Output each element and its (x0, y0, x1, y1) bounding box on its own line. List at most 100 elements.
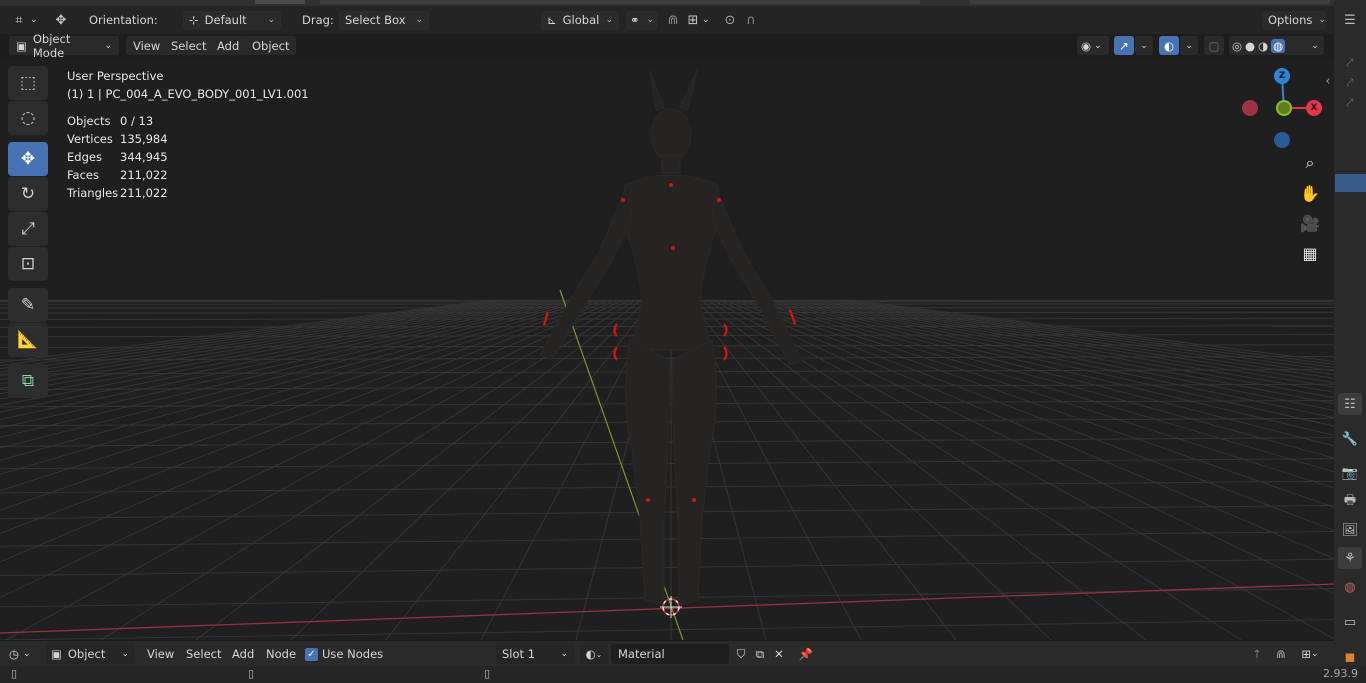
snap-icon[interactable]: ⋒ (1272, 644, 1290, 664)
editor-type-dropdown[interactable]: ◷ ⌄ (9, 644, 31, 664)
view-name: User Perspective (67, 69, 164, 83)
scale-icon: ⤢ (21, 219, 35, 239)
z-axis-button[interactable]: Z (1274, 68, 1290, 84)
mouse-middle-icon: ▯ (248, 667, 255, 680)
collapse-arrow-icon[interactable]: ‹ (1322, 70, 1334, 92)
menu-add[interactable]: Add (210, 36, 247, 55)
shading-modes: ◎ ● ◑ ◍ (1229, 36, 1313, 55)
menu-add-bottom[interactable]: Add (232, 644, 254, 664)
menu-object[interactable]: Object (245, 36, 297, 55)
slot-dropdown[interactable]: Slot 1 ⌄ (496, 644, 574, 664)
ortho-toggle-icon[interactable]: ▦ (1298, 241, 1322, 265)
pivot-point-dropdown[interactable]: ⚭ ⌄ (626, 10, 658, 30)
menu-select[interactable]: Select (164, 36, 214, 55)
shading-dropdown[interactable]: ⌄ (1306, 36, 1324, 55)
mode-dropdown[interactable]: ▣ Object Mode ⌄ (9, 32, 119, 60)
link-icon: ⚭ (630, 13, 640, 27)
duplicate-material-icon[interactable]: ⧉ (751, 644, 769, 664)
output-properties-icon[interactable]: 🖶 (1338, 491, 1362, 513)
wireframe-shading-icon[interactable]: ◎ (1232, 39, 1242, 53)
falloff-dropdown[interactable]: ∩ (740, 10, 762, 30)
fake-user-icon[interactable]: ⛉ (732, 644, 750, 664)
transform-pivot-dropdown[interactable]: ⌗ ⌄ (8, 10, 37, 30)
stat-row: Faces 211,022 (67, 168, 168, 182)
proportional-edit-toggle[interactable]: ⊙ (719, 10, 741, 30)
tool-settings-icon[interactable]: 🔧 (1338, 428, 1362, 450)
pin-icon[interactable]: ⤤ (1338, 72, 1362, 94)
chevron-down-icon: ⌄ (415, 15, 423, 25)
chevron-down-icon: ⌄ (121, 649, 129, 659)
gizmo-dropdown[interactable]: ⌄ (1135, 36, 1153, 55)
x-axis-button[interactable]: X (1306, 100, 1322, 116)
rendered-shading-icon[interactable]: ◍ (1271, 38, 1286, 53)
material-browse-button[interactable]: ◐ ⌄ (580, 644, 608, 664)
menu-view-bottom[interactable]: View (147, 644, 174, 664)
pan-hand-icon[interactable]: ✋ (1298, 181, 1322, 205)
view-layer-icon[interactable]: 🖼 (1338, 519, 1362, 541)
pin-icon[interactable]: ⤤ (1338, 52, 1362, 74)
measure-tool[interactable]: 📐 (8, 323, 48, 357)
orientation-dropdown[interactable]: ⊹ Default ⌄ (183, 10, 281, 30)
world-properties-icon[interactable]: ◍ (1338, 576, 1362, 598)
mouse-left-icon: ▯ (11, 667, 18, 680)
options-dropdown[interactable]: Options ⌄ (1262, 10, 1326, 30)
menu-node[interactable]: Node (266, 644, 296, 664)
neg-z-axis-button[interactable] (1274, 132, 1290, 148)
stat-row: Edges 344,945 (67, 150, 168, 164)
measure-icon: 📐 (17, 330, 39, 350)
overlays-dropdown[interactable]: ⌄ (1180, 36, 1198, 55)
transform-tool[interactable]: ⊡ (8, 247, 48, 281)
scale-tool[interactable]: ⤢ (8, 212, 48, 246)
menu-select-bottom[interactable]: Select (186, 644, 221, 664)
use-nodes-checkbox[interactable]: ✓ Use Nodes (305, 644, 383, 664)
snap-mode-dropdown[interactable]: ⊞ ⌄ (1295, 644, 1325, 664)
select-box-icon: ⬚ (19, 73, 37, 93)
outliner-icon[interactable]: ☰ (1338, 9, 1362, 31)
falloff-curve-icon: ∩ (746, 12, 756, 28)
mouse-right-icon: ▯ (484, 667, 491, 680)
material-name-field[interactable]: Material (611, 644, 729, 664)
snap-settings-dropdown[interactable]: ⊞ ⌄ (684, 10, 710, 30)
annotate-tool[interactable]: ✎ (8, 288, 48, 322)
move-gizmo-icon[interactable]: ✥ (50, 10, 72, 30)
unlink-material-icon[interactable]: ✕ (770, 644, 788, 664)
shader-type-dropdown[interactable]: ▣ Object ⌄ (46, 644, 134, 664)
render-properties-icon[interactable]: 📷 (1338, 462, 1362, 484)
zoom-icon[interactable]: ⌕ (1298, 151, 1322, 175)
collection-properties-icon[interactable]: ▭ (1338, 611, 1362, 633)
solid-shading-icon[interactable]: ● (1245, 39, 1255, 53)
pivot-icon: ⌗ (15, 12, 23, 28)
drag-dropdown[interactable]: Select Box ⌄ (339, 10, 429, 30)
material-sphere-icon: ◐ (585, 647, 596, 661)
overlays-toggle[interactable]: ◐ (1159, 36, 1179, 55)
editor-type-icon[interactable]: ☷ (1338, 393, 1362, 415)
pin-icon[interactable]: 📌 (797, 644, 815, 664)
material-shading-icon[interactable]: ◑ (1258, 39, 1268, 53)
select-box-tool[interactable]: ⬚ (8, 66, 48, 100)
object-properties-icon[interactable]: ◼ (1338, 646, 1362, 668)
magnet-icon: ⋒ (667, 12, 679, 28)
chevron-down-icon: ⌄ (1094, 40, 1102, 51)
chevron-down-icon: ⌄ (1140, 40, 1148, 51)
gizmo-toggle[interactable]: ↗ (1114, 36, 1134, 55)
eye-icon: ◉ (1081, 38, 1092, 53)
snap-toggle[interactable]: ⋒ (662, 10, 684, 30)
scene-properties-icon[interactable]: ⚘ (1338, 547, 1362, 569)
rotate-tool[interactable]: ↻ (8, 177, 48, 211)
drag-label: Drag: (302, 13, 334, 27)
y-axis-button[interactable] (1276, 100, 1292, 116)
status-bar: ▯ ▯ ▯ (0, 666, 1366, 683)
axes-icon: ⊾ (547, 13, 557, 27)
viewport-canvas[interactable] (0, 58, 1334, 640)
add-cube-tool[interactable]: ⧉ (8, 364, 48, 398)
menu-view[interactable]: View (126, 36, 168, 55)
neg-x-axis-button[interactable] (1242, 100, 1258, 116)
transform-space-dropdown[interactable]: ⊾ Global ⌄ (541, 10, 619, 30)
xray-toggle[interactable]: ▢ (1204, 36, 1224, 55)
camera-view-icon[interactable]: 🎥 (1298, 211, 1322, 235)
move-tool[interactable]: ✥ (8, 142, 48, 176)
pin-icon[interactable]: ⤤ (1338, 92, 1362, 114)
visibility-dropdown[interactable]: ◉ ⌄ (1077, 36, 1109, 55)
parent-node-tree-icon[interactable]: ↑ (1248, 644, 1266, 664)
cursor-tool[interactable]: ◌ (8, 101, 48, 135)
